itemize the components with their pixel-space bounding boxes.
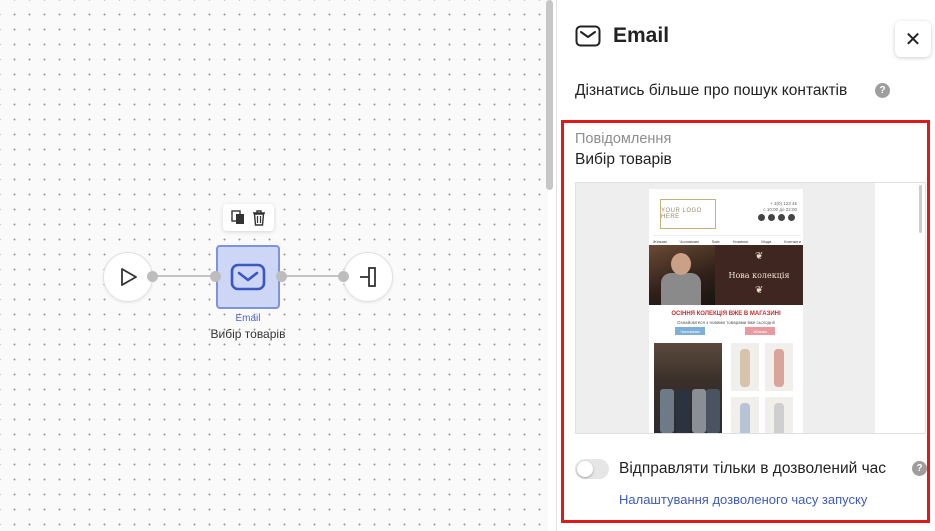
copy-icon[interactable]: [231, 210, 245, 225]
leaf-decoration: ❦: [755, 285, 764, 296]
preview-scroll-area: [875, 183, 925, 433]
hero-face: [671, 253, 691, 275]
logo-placeholder: YOUR LOGO HERE: [660, 199, 716, 229]
exit-icon: [360, 267, 376, 287]
preview-scrollbar[interactable]: [919, 185, 922, 233]
preview-hours: с 10:00 до 22:00: [763, 207, 797, 212]
connector-line: [153, 275, 217, 277]
panel-title: Email: [613, 24, 670, 47]
jacket: [676, 389, 690, 433]
send-time-toggle[interactable]: [575, 459, 609, 479]
message-value: Вибір товарів: [575, 151, 672, 168]
preview-button-men: Чоловікам: [675, 327, 705, 335]
preview-subline: Ознайомтеся з новими товарами вже сьогод…: [677, 320, 775, 325]
exit-node[interactable]: [343, 252, 393, 302]
preview-nav-item: Контакти: [784, 239, 801, 244]
product-figure: [774, 349, 784, 387]
help-icon[interactable]: ?: [912, 461, 927, 476]
product-thumb: [731, 397, 759, 433]
social-icon: [768, 214, 775, 221]
email-preview-content: YOUR LOGO HERE + 3(0) 123 45 с 10:00 до …: [649, 189, 803, 433]
hero-banner: ❦ Нова колекція ❦: [715, 245, 803, 305]
jacket: [692, 389, 706, 433]
preview-nav-item: Sale: [711, 239, 720, 244]
send-time-settings-link[interactable]: Налаштування дозволеного часу запуску: [619, 492, 867, 507]
hero-photo: [649, 245, 715, 305]
message-label: Повідомлення: [575, 131, 672, 147]
connector-handle[interactable]: [276, 271, 287, 282]
help-icon[interactable]: ?: [875, 83, 890, 98]
product-figure: [740, 349, 750, 387]
app-root: Email Вибір товарів Email ✕ Дізнатись бі…: [0, 0, 935, 531]
hero-figure: [661, 273, 701, 305]
preview-nav-item: Жінкам: [653, 239, 667, 244]
preview-nav-item: Чоловікам: [679, 239, 699, 244]
store-photo: [654, 343, 722, 433]
send-time-toggle-label: Відправляти тільки в дозволений час: [619, 460, 887, 477]
jacket: [706, 389, 720, 433]
play-icon: [121, 268, 137, 286]
settings-panel: Email ✕ Дізнатись більше про пошук конта…: [557, 0, 935, 531]
learn-more-text[interactable]: Дізнатись більше про пошук контактів: [575, 82, 847, 100]
connector-line: [280, 275, 346, 277]
product-thumb: [765, 343, 793, 391]
leaf-decoration: ❦: [755, 251, 764, 262]
toggle-knob: [577, 461, 593, 477]
social-icon: [778, 214, 785, 221]
workflow-canvas[interactable]: Email Вибір товарів: [0, 0, 548, 531]
node-toolbar: [223, 204, 274, 231]
product-figure: [774, 403, 784, 433]
preview-button-women: Жінкам: [745, 327, 775, 335]
preview-headline: ОСІННЯ КОЛЕКЦІЯ ВЖЕ В МАГАЗИНІ: [671, 311, 781, 317]
connector-handle[interactable]: [210, 271, 221, 282]
email-preview[interactable]: YOUR LOGO HERE + 3(0) 123 45 с 10:00 до …: [575, 182, 926, 434]
preview-nav-item: Новинки: [732, 239, 749, 244]
connector-handle[interactable]: [338, 271, 349, 282]
connector-handle[interactable]: [147, 271, 158, 282]
canvas-scrollbar[interactable]: [546, 0, 553, 190]
email-node[interactable]: [216, 245, 280, 309]
preview-phone: + 3(0) 123 45: [770, 201, 797, 206]
trash-icon[interactable]: [252, 209, 266, 226]
close-icon: ✕: [904, 28, 922, 51]
jacket: [660, 389, 674, 433]
social-icon: [788, 214, 795, 221]
node-type-label: Email: [235, 313, 261, 324]
product-thumb: [731, 343, 759, 391]
preview-nav-item: Мода: [761, 239, 772, 244]
start-node[interactable]: [103, 252, 153, 302]
envelope-icon: [575, 25, 601, 47]
product-thumb: [765, 397, 793, 433]
close-button[interactable]: ✕: [895, 21, 931, 57]
node-name-label: Вибір товарів: [210, 327, 286, 341]
hero-text: Нова колекція: [728, 270, 790, 280]
product-figure: [740, 403, 750, 433]
envelope-icon: [230, 263, 266, 291]
social-icon: [758, 214, 765, 221]
preview-nav: Жінкам Чоловікам Sale Новинки Мода Конта…: [653, 235, 801, 244]
